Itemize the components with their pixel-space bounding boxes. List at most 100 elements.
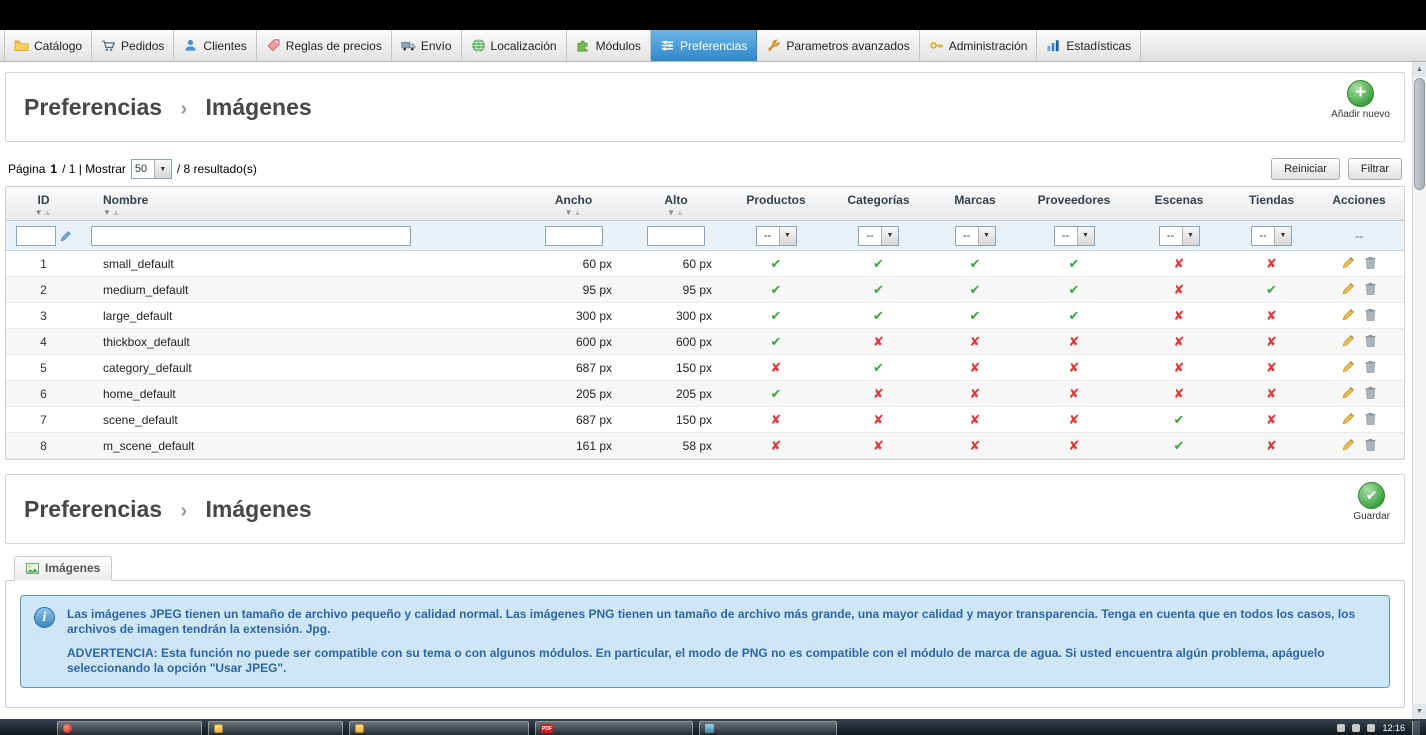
per-page-select[interactable]: 50 ▼ [130, 159, 172, 179]
row-id-cell: 5 [6, 354, 81, 381]
delete-trash-icon[interactable] [1365, 256, 1376, 272]
taskbar-window-4[interactable]: PDF [535, 721, 693, 735]
alto-filter-input[interactable] [647, 225, 705, 246]
edit-pencil-icon[interactable] [1342, 282, 1355, 298]
col-header-id[interactable]: ID ▼▲ [6, 187, 81, 221]
col-header-alto[interactable]: Alto ▼▲ [626, 187, 726, 221]
edit-pencil-icon[interactable] [1342, 256, 1355, 272]
table-row[interactable]: 6 home_default 205 px 205 px ✔ ✘ ✘ ✘ ✘ ✘ [6, 380, 1404, 407]
tab-clientes[interactable]: Clientes [174, 30, 257, 61]
scroll-down-arrow-icon[interactable]: ▼ [1413, 704, 1426, 719]
sort-desc-icon[interactable]: ▼ [103, 208, 112, 217]
col-header-acciones: Acciones [1314, 187, 1404, 221]
nombre-filter-input[interactable] [91, 225, 411, 246]
form-header-panel: Preferencias › Imágenes ✔ Guardar [5, 474, 1405, 544]
scrollbar-thumb[interactable] [1414, 78, 1425, 190]
escenas-filter-select[interactable]: -- ▼ [1158, 225, 1200, 246]
col-header-ancho[interactable]: Ancho ▼▲ [521, 187, 626, 221]
table-row[interactable]: 4 thickbox_default 600 px 600 px ✔ ✘ ✘ ✘ ✘ ✘ [6, 328, 1404, 355]
sort-asc-icon[interactable]: ▲ [574, 208, 583, 217]
proveedores-filter-select[interactable]: -- ▼ [1053, 225, 1095, 246]
edit-pencil-icon[interactable] [1342, 334, 1355, 350]
tiendas-filter-select[interactable]: -- ▼ [1251, 225, 1292, 246]
tab-administracion[interactable]: Administración [919, 30, 1038, 61]
tab-reglas-de-precios[interactable]: Reglas de precios [256, 30, 392, 61]
system-tray: 12:16 [1337, 721, 1420, 735]
col-header-nombre[interactable]: Nombre ▼▲ [81, 187, 521, 221]
cross-icon: ✘ [1068, 359, 1080, 375]
categorias-filter-select[interactable]: -- ▼ [858, 225, 899, 246]
tab-catalogo[interactable]: Catálogo [4, 30, 93, 61]
table-row[interactable]: 7 scene_default 687 px 150 px ✘ ✘ ✘ ✘ ✔ ✘ [6, 406, 1404, 433]
scroll-up-arrow-icon[interactable]: ▲ [1413, 62, 1426, 77]
row-name-cell: medium_default [81, 276, 521, 303]
taskbar-window-2[interactable] [208, 721, 343, 735]
row-alto-cell: 58 px [626, 432, 726, 459]
table-row[interactable]: 3 large_default 300 px 300 px ✔ ✔ ✔ ✔ ✘ ✘ [6, 302, 1404, 329]
table-row[interactable]: 8 m_scene_default 161 px 58 px ✘ ✘ ✘ ✘ ✔ ✘ [6, 432, 1404, 459]
cross-icon: ✘ [969, 359, 981, 375]
delete-trash-icon[interactable] [1365, 386, 1376, 402]
wrench-icon [766, 38, 781, 53]
sort-desc-icon[interactable]: ▼ [565, 208, 574, 217]
save-button[interactable]: ✔ Guardar [1353, 482, 1390, 522]
filter-button[interactable]: Filtrar [1347, 158, 1402, 180]
row-marcas-cell: ✔ [931, 302, 1019, 329]
cross-icon: ✘ [1068, 385, 1080, 401]
tab-preferencias[interactable]: Preferencias [650, 30, 758, 61]
add-new-button[interactable]: + Añadir nuevo [1331, 80, 1390, 120]
tab-parametros-avanzados[interactable]: Parametros avanzados [757, 30, 920, 61]
edit-pencil-icon[interactable] [1342, 386, 1355, 402]
taskbar-window-3[interactable] [349, 721, 529, 735]
check-icon: ✔ [969, 307, 981, 323]
tab-pedidos[interactable]: Pedidos [92, 30, 175, 61]
results-count: / 8 resultado(s) [176, 162, 257, 176]
edit-pencil-icon[interactable] [1342, 308, 1355, 324]
table-row[interactable]: 2 medium_default 95 px 95 px ✔ ✔ ✔ ✔ ✘ ✔ [6, 276, 1404, 303]
tab-label: Clientes [203, 38, 247, 53]
check-icon: ✔ [969, 281, 981, 297]
taskbar-window-1[interactable] [57, 721, 202, 735]
tray-icon[interactable] [1367, 724, 1376, 732]
table-row[interactable]: 1 small_default 60 px 60 px ✔ ✔ ✔ ✔ ✘ ✘ [6, 250, 1404, 277]
sort-asc-icon[interactable]: ▲ [676, 208, 685, 217]
delete-trash-icon[interactable] [1365, 438, 1376, 454]
row-marcas-cell: ✘ [931, 432, 1019, 459]
edit-pencil-icon[interactable] [1342, 360, 1355, 376]
show-desktop-button[interactable] [1412, 721, 1420, 735]
tab-modulos[interactable]: Módulos [566, 30, 651, 61]
table-row[interactable]: 5 category_default 687 px 150 px ✘ ✔ ✘ ✘ ✘ ✘ [6, 354, 1404, 381]
row-actions-cell [1314, 302, 1404, 329]
taskbar-window-5[interactable] [699, 721, 837, 735]
productos-filter-select[interactable]: -- ▼ [755, 225, 797, 246]
check-icon: ✔ [1068, 281, 1080, 297]
id-filter-input[interactable] [15, 225, 56, 246]
dropdown-arrow-icon: ▼ [778, 226, 796, 245]
delete-trash-icon[interactable] [1365, 282, 1376, 298]
row-id-cell: 8 [6, 432, 81, 459]
delete-trash-icon[interactable] [1365, 334, 1376, 350]
pdf-icon: PDF [541, 724, 553, 733]
edit-pencil-icon[interactable] [1342, 438, 1355, 454]
tray-icon[interactable] [1337, 724, 1346, 732]
breadcrumb-separator-icon: › [180, 499, 188, 522]
col-header-categorias: Categorías [826, 187, 931, 221]
sort-asc-icon[interactable]: ▲ [112, 208, 121, 217]
tray-icon[interactable] [1352, 724, 1361, 732]
ancho-filter-input[interactable] [544, 225, 603, 246]
delete-trash-icon[interactable] [1365, 412, 1376, 428]
sort-asc-icon[interactable]: ▲ [44, 208, 53, 217]
row-proveedores-cell: ✘ [1019, 354, 1129, 381]
tab-localizacion[interactable]: Localización [461, 30, 567, 61]
edit-pencil-icon[interactable] [1342, 412, 1355, 428]
sort-desc-icon[interactable]: ▼ [35, 208, 44, 217]
sort-desc-icon[interactable]: ▼ [667, 208, 676, 217]
vertical-scrollbar[interactable]: ▲ ▼ [1412, 62, 1426, 719]
reset-button[interactable]: Reiniciar [1271, 158, 1340, 180]
tab-envio[interactable]: Envío [391, 30, 462, 61]
marcas-filter-select[interactable]: -- ▼ [954, 225, 996, 246]
delete-trash-icon[interactable] [1365, 308, 1376, 324]
delete-trash-icon[interactable] [1365, 360, 1376, 376]
cross-icon: ✘ [1173, 333, 1185, 349]
tab-estadisticas[interactable]: Estadísticas [1037, 30, 1142, 61]
